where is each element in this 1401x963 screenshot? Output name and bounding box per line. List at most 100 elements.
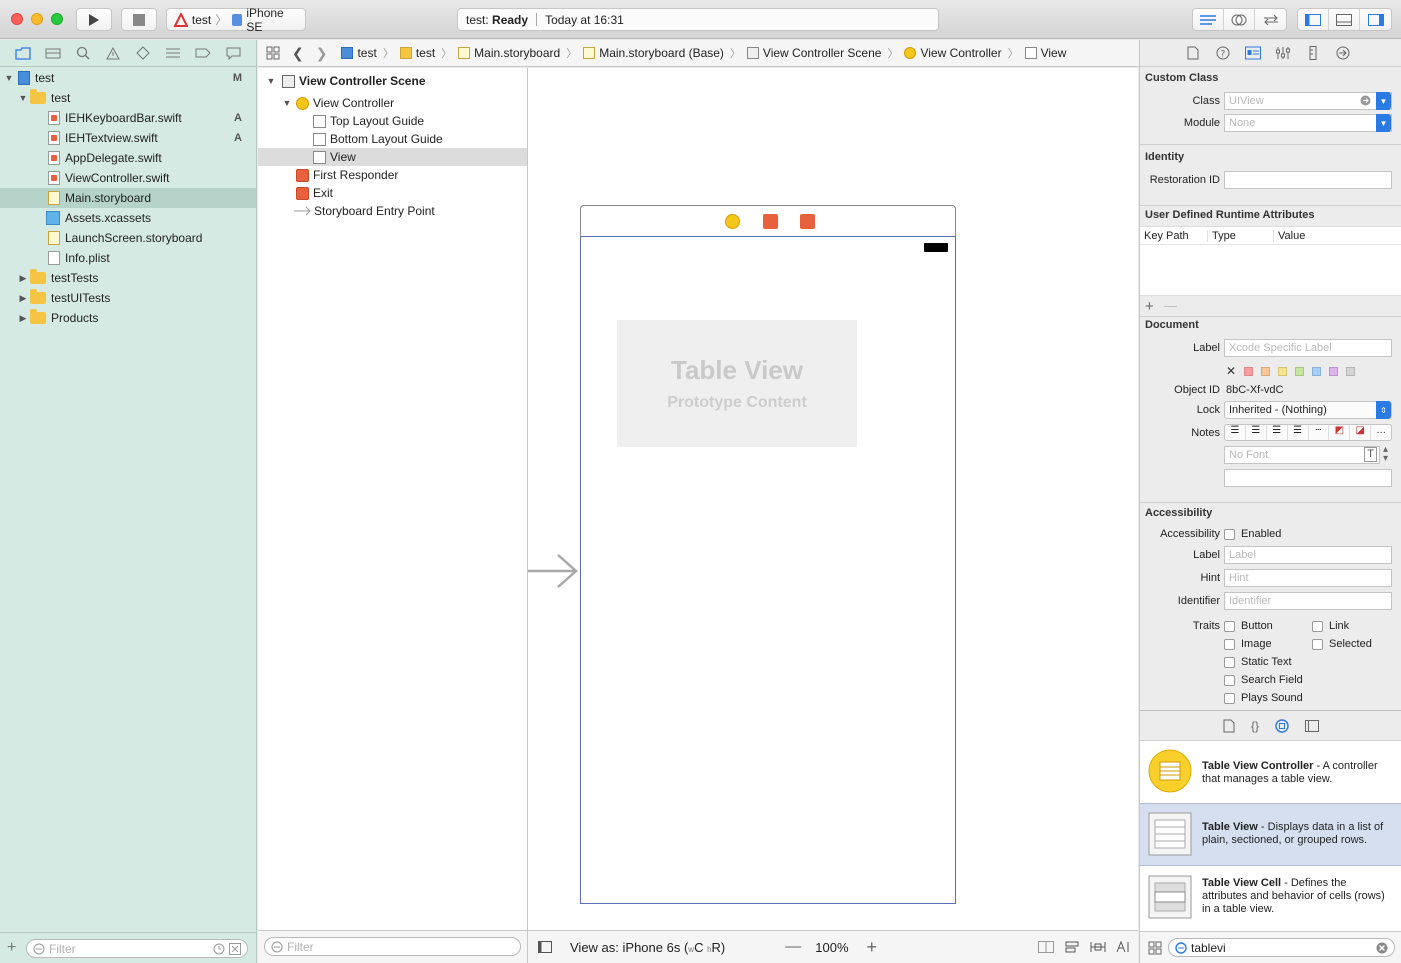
tree-row-group-test[interactable]: ▼ test (0, 88, 256, 108)
folder-icon[interactable] (14, 45, 32, 61)
restoration-id-field[interactable] (1224, 171, 1392, 189)
justify-icon[interactable]: ☰ (1288, 425, 1309, 440)
trait-checkbox-link[interactable]: Link (1312, 620, 1349, 632)
outline-row-entry-point[interactable]: Storyboard Entry Point (258, 202, 527, 220)
checkbox[interactable] (1224, 656, 1235, 668)
standard-editor-button[interactable] (1193, 9, 1224, 30)
accessibility-label-field[interactable]: Label (1224, 546, 1392, 564)
clear-search-icon[interactable] (1376, 942, 1388, 954)
grid-view-icon[interactable] (1148, 941, 1162, 955)
trait-checkbox-static-text[interactable]: Static Text (1224, 656, 1292, 668)
help-icon[interactable]: ? (1214, 45, 1232, 61)
embed-stack-icon[interactable] (1038, 941, 1054, 953)
close-window-button[interactable] (11, 13, 23, 25)
checkbox[interactable] (1224, 638, 1235, 650)
column-header[interactable]: Key Path (1140, 229, 1208, 242)
tree-row-group[interactable]: ▶ testUITests (0, 288, 256, 308)
forward-icon[interactable]: ❯ (316, 45, 328, 62)
tree-row-file[interactable]: AppDelegate.swift (0, 148, 256, 168)
stop-button[interactable] (121, 8, 157, 31)
align-left-icon[interactable]: ☰ (1225, 425, 1246, 440)
tree-row-file[interactable]: LaunchScreen.storyboard (0, 228, 256, 248)
align-center-icon[interactable]: ☰ (1246, 425, 1267, 440)
back-icon[interactable]: ❮ (292, 45, 304, 62)
tree-row-file-selected[interactable]: Main.storyboard (0, 188, 256, 208)
navigator-filter-input[interactable]: Filter (26, 939, 248, 958)
font-picker-icon[interactable]: T (1364, 447, 1377, 462)
library-search-input[interactable]: tablevi (1168, 938, 1395, 957)
outline-row-scene[interactable]: ▼ View Controller Scene (258, 72, 527, 90)
zoom-out-button[interactable]: — (785, 938, 801, 956)
runtime-attributes-table[interactable]: Key Path Type Value (1140, 226, 1401, 296)
color-swatch[interactable] (1295, 366, 1305, 376)
tree-row-file[interactable]: Info.plist (0, 248, 256, 268)
outline-row-view-controller[interactable]: ▼ View Controller (258, 94, 527, 112)
search-icon[interactable] (74, 45, 92, 61)
object-library-icon[interactable] (1275, 718, 1289, 733)
checkbox[interactable] (1312, 638, 1323, 650)
toggle-debug-area-button[interactable] (1329, 9, 1360, 30)
first-responder-icon[interactable] (763, 214, 778, 229)
xcode-label-field[interactable]: Xcode Specific Label (1224, 339, 1392, 357)
disclosure-open-icon[interactable]: ▼ (18, 93, 28, 103)
column-header[interactable]: Type (1208, 229, 1274, 242)
breadcrumb-item[interactable]: View (1024, 46, 1066, 60)
entry-point-arrow[interactable] (528, 552, 580, 590)
color-swatch[interactable] (1278, 366, 1288, 376)
exit-icon[interactable] (800, 214, 815, 229)
toggle-utilities-button[interactable] (1360, 9, 1391, 30)
more-icon[interactable]: … (1371, 425, 1391, 440)
scm-filter-icon[interactable] (229, 942, 241, 955)
go-to-class-icon[interactable] (1360, 95, 1371, 106)
file-template-icon[interactable] (1223, 719, 1235, 733)
background-color-icon[interactable]: ◪ (1350, 425, 1372, 440)
color-swatch[interactable] (1346, 366, 1356, 376)
outline-row-view-selected[interactable]: View (258, 148, 527, 166)
class-field[interactable]: UIView ▼ (1224, 92, 1392, 110)
outline-row-top-layout-guide[interactable]: Top Layout Guide (258, 112, 527, 130)
checkbox[interactable] (1224, 620, 1235, 632)
library-item-table-view-cell[interactable]: Table View Cell - Defines the attributes… (1140, 867, 1401, 929)
remove-attribute-button[interactable]: — (1164, 298, 1177, 313)
test-diamond-icon[interactable] (134, 45, 152, 61)
text-color-icon[interactable]: ◩ (1329, 425, 1351, 440)
accessibility-hint-field[interactable]: Hint (1224, 569, 1392, 587)
tree-row-project[interactable]: ▼ test M (0, 68, 256, 88)
disclosure-closed-icon[interactable]: ▶ (18, 293, 28, 304)
font-stepper[interactable]: ▴ ▾ (1383, 445, 1388, 464)
accessibility-identifier-field[interactable]: Identifier (1224, 592, 1392, 610)
table-view-placeholder[interactable]: Table View Prototype Content (617, 320, 857, 447)
natural-align-icon[interactable]: ┄ (1309, 425, 1330, 440)
scheme-selector[interactable]: test 〉 iPhone SE (166, 6, 306, 34)
disclosure-closed-icon[interactable]: ▶ (18, 273, 28, 284)
color-swatch[interactable] (1312, 366, 1322, 376)
toggle-navigator-button[interactable] (1298, 9, 1329, 30)
accessibility-enabled-checkbox[interactable]: Enabled (1224, 528, 1281, 540)
minimize-window-button[interactable] (31, 13, 43, 25)
file-inspector-icon[interactable] (1184, 45, 1202, 61)
tree-row-file[interactable]: IEHTextview.swift A (0, 128, 256, 148)
add-icon[interactable]: + (7, 939, 16, 957)
outline-filter-input[interactable]: Filter (264, 937, 521, 956)
identity-inspector-icon[interactable] (1244, 45, 1262, 61)
checkbox[interactable] (1312, 620, 1323, 632)
assistant-editor-button[interactable] (1224, 9, 1255, 30)
pin-icon[interactable] (1090, 941, 1106, 953)
trait-checkbox-button[interactable]: Button (1224, 620, 1273, 632)
disclosure-closed-icon[interactable]: ▶ (18, 313, 28, 324)
zoom-in-button[interactable]: + (867, 937, 878, 958)
size-inspector-icon[interactable] (1304, 45, 1322, 61)
trait-checkbox-plays-sound[interactable]: Plays Sound (1224, 692, 1303, 704)
disclosure-open-icon[interactable]: ▼ (4, 73, 14, 83)
trait-checkbox-search-field[interactable]: Search Field (1224, 674, 1303, 686)
add-attribute-button[interactable]: + (1145, 298, 1154, 315)
module-field[interactable]: None ▼ (1224, 114, 1392, 132)
breadcrumb-item[interactable]: View Controller (904, 46, 1002, 60)
breadcrumb-item[interactable]: test (341, 46, 377, 60)
toggle-outline-icon[interactable] (538, 941, 552, 953)
resolve-issues-icon[interactable] (1116, 941, 1132, 953)
chevron-down-icon[interactable]: ▼ (1376, 92, 1391, 110)
clear-color-icon[interactable]: ✕ (1226, 364, 1236, 378)
trait-checkbox-selected[interactable]: Selected (1312, 638, 1372, 650)
outline-row-first-responder[interactable]: First Responder (258, 166, 527, 184)
